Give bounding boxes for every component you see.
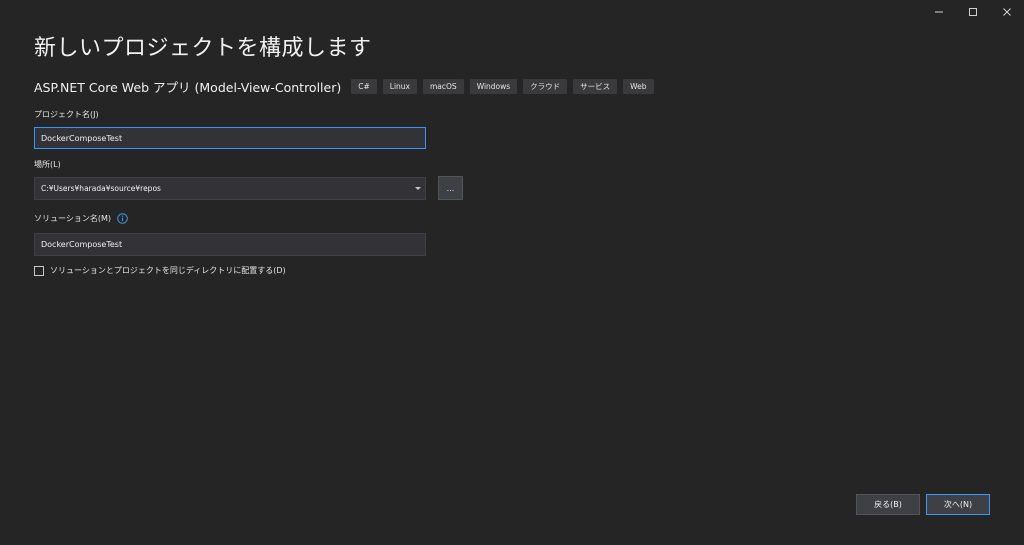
tag-linux: Linux [382, 79, 417, 94]
template-summary: ASP.NET Core Web アプリ (Model-View-Control… [34, 77, 660, 96]
tag-cloud: クラウド [523, 79, 568, 94]
browse-location-button[interactable]: ... [438, 176, 463, 200]
chevron-down-icon[interactable] [411, 186, 425, 191]
maximize-button[interactable] [956, 0, 990, 24]
configure-project-window: 新しいプロジェクトを構成します ASP.NET Core Web アプリ (Mo… [0, 0, 1024, 545]
location-label: 場所(L) [34, 160, 61, 169]
location-value: C:¥Users¥harada¥source¥repos [41, 184, 161, 193]
next-button[interactable]: 次へ(N) [926, 494, 990, 515]
tag-web: Web [623, 79, 654, 94]
tag-windows: Windows [469, 79, 518, 94]
page-title: 新しいプロジェクトを構成します [34, 36, 372, 61]
project-name-input[interactable] [34, 127, 426, 149]
tag-service: サービス [573, 79, 618, 94]
back-button[interactable]: 戻る(B) [856, 494, 920, 515]
maximize-icon [969, 8, 977, 16]
tag-csharp: C# [351, 79, 377, 94]
info-icon[interactable] [117, 213, 128, 224]
window-controls [922, 0, 1024, 24]
same-directory-label: ソリューションとプロジェクトを同じディレクトリに配置する(D) [50, 266, 286, 275]
project-name-label: プロジェクト名(J) [34, 110, 99, 119]
minimize-icon [935, 11, 943, 13]
solution-name-label-row: ソリューション名(M) [34, 213, 128, 224]
template-name: ASP.NET Core Web アプリ (Model-View-Control… [34, 80, 342, 95]
location-combobox[interactable]: C:¥Users¥harada¥source¥repos [34, 177, 426, 200]
same-directory-option[interactable]: ソリューションとプロジェクトを同じディレクトリに配置する(D) [34, 265, 286, 276]
solution-name-input[interactable] [34, 233, 426, 256]
tag-macos: macOS [422, 79, 464, 94]
solution-name-label: ソリューション名(M) [34, 214, 111, 223]
same-directory-checkbox[interactable] [34, 265, 44, 276]
close-button[interactable] [990, 0, 1024, 24]
minimize-button[interactable] [922, 0, 956, 24]
close-icon [1003, 8, 1011, 16]
